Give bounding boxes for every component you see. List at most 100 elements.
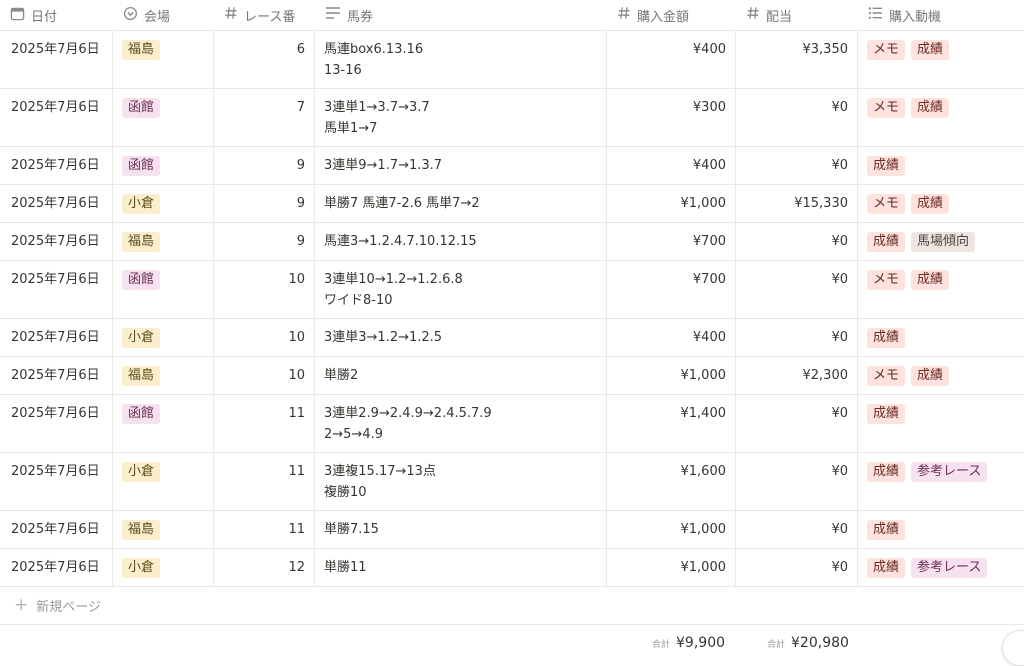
amount-cell[interactable]: ¥400 — [607, 31, 736, 88]
race-number-cell[interactable]: 11 — [214, 453, 315, 510]
amount-cell[interactable]: ¥400 — [607, 147, 736, 184]
column-header-ticket[interactable]: 馬券 — [315, 0, 607, 30]
motive-cell[interactable]: メモ 成績 — [858, 89, 1024, 146]
motive-cell[interactable]: 成績 参考レース — [858, 549, 1024, 586]
amount-cell[interactable]: ¥400 — [607, 319, 736, 356]
table-row[interactable]: 2025年7月6日 福島 10 単勝2 ¥1,000 ¥2,300 メモ 成績 — [0, 357, 1024, 395]
date-cell[interactable]: 2025年7月6日 — [0, 319, 113, 356]
venue-cell[interactable]: 小倉 — [113, 185, 214, 222]
payout-sum[interactable]: 合計 ¥20,980 — [767, 635, 849, 651]
payout-cell[interactable]: ¥0 — [736, 511, 858, 548]
payout-cell[interactable]: ¥0 — [736, 549, 858, 586]
table-row[interactable]: 2025年7月6日 函館 10 3連単10→1.2→1.2.6.8 ワイド8-10 ¥70… — [0, 261, 1024, 319]
table-row[interactable]: 2025年7月6日 福島 9 馬連3→1.2.4.7.10.12.15 ¥700 ¥0 成績… — [0, 223, 1024, 261]
amount-cell[interactable]: ¥1,400 — [607, 395, 736, 452]
date-cell[interactable]: 2025年7月6日 — [0, 395, 113, 452]
race-number-cell[interactable]: 9 — [214, 147, 315, 184]
motive-cell[interactable]: 成績 — [858, 511, 1024, 548]
amount-cell[interactable]: ¥1,600 — [607, 453, 736, 510]
table-row[interactable]: 2025年7月6日 小倉 11 3連複15.17→13点 複勝10 ¥1,600 ¥0 成績参… — [0, 453, 1024, 511]
amount-cell[interactable]: ¥1,000 — [607, 511, 736, 548]
race-number-cell[interactable]: 6 — [214, 31, 315, 88]
table-row[interactable]: 2025年7月6日 福島 6 馬連box6.13.16 13-16 ¥400 ¥3,350 メ… — [0, 31, 1024, 89]
amount-cell[interactable]: ¥1,000 — [607, 185, 736, 222]
venue-cell[interactable]: 小倉 — [113, 453, 214, 510]
venue-cell[interactable]: 函館 — [113, 147, 214, 184]
payout-cell[interactable]: ¥0 — [736, 453, 858, 510]
table-row[interactable]: 2025年7月6日 小倉 10 3連単3→1.2→1.2.5 ¥400 ¥0 成績 — [0, 319, 1024, 357]
payout-cell[interactable]: ¥0 — [736, 261, 858, 318]
date-cell[interactable]: 2025年7月6日 — [0, 511, 113, 548]
ticket-cell[interactable]: 3連複15.17→13点 複勝10 — [315, 453, 607, 510]
ticket-cell[interactable]: 3連単1→3.7→3.7 馬単1→7 — [315, 89, 607, 146]
race-number-cell[interactable]: 10 — [214, 319, 315, 356]
ticket-cell[interactable]: 単勝7.15 — [315, 511, 607, 548]
table-row[interactable]: 2025年7月6日 函館 11 3連単2.9→2.4.9→2.4.5.7.9 2→5→4… — [0, 395, 1024, 453]
ticket-cell[interactable]: 単勝7 馬連7-2.6 馬単7→2 — [315, 185, 607, 222]
race-number-cell[interactable]: 9 — [214, 185, 315, 222]
motive-cell[interactable]: メモ 成績 — [858, 31, 1024, 88]
ticket-cell[interactable]: 3連単9→1.7→1.3.7 — [315, 147, 607, 184]
table-row[interactable]: 2025年7月6日 函館 9 3連単9→1.7→1.3.7 ¥400 ¥0 成績 — [0, 147, 1024, 185]
date-cell[interactable]: 2025年7月6日 — [0, 357, 113, 394]
motive-cell[interactable]: 成績 参考レース — [858, 453, 1024, 510]
date-cell[interactable]: 2025年7月6日 — [0, 223, 113, 260]
date-cell[interactable]: 2025年7月6日 — [0, 261, 113, 318]
venue-cell[interactable]: 函館 — [113, 395, 214, 452]
new-page-button[interactable]: + 新規ページ — [0, 587, 1024, 625]
payout-cell[interactable]: ¥2,300 — [736, 357, 858, 394]
column-header-venue[interactable]: 会場 — [113, 0, 214, 30]
amount-cell[interactable]: ¥700 — [607, 223, 736, 260]
payout-cell[interactable]: ¥0 — [736, 395, 858, 452]
ticket-cell[interactable]: 馬連3→1.2.4.7.10.12.15 — [315, 223, 607, 260]
race-number-cell[interactable]: 10 — [214, 261, 315, 318]
date-cell[interactable]: 2025年7月6日 — [0, 89, 113, 146]
amount-cell[interactable]: ¥700 — [607, 261, 736, 318]
ticket-cell[interactable]: 3連単10→1.2→1.2.6.8 ワイド8-10 — [315, 261, 607, 318]
motive-cell[interactable]: 成績 — [858, 395, 1024, 452]
help-button[interactable] — [1002, 630, 1024, 666]
motive-cell[interactable]: メモ 成績 — [858, 185, 1024, 222]
venue-cell[interactable]: 福島 — [113, 223, 214, 260]
race-number-cell[interactable]: 10 — [214, 357, 315, 394]
payout-cell[interactable]: ¥0 — [736, 223, 858, 260]
column-header-motive[interactable]: 購入動機 — [858, 0, 1024, 30]
motive-cell[interactable]: 成績 — [858, 319, 1024, 356]
motive-cell[interactable]: メモ 成績 — [858, 261, 1024, 318]
column-header-race[interactable]: レース番 — [214, 0, 315, 30]
motive-cell[interactable]: 成績 馬場傾向 — [858, 223, 1024, 260]
ticket-cell[interactable]: 単勝2 — [315, 357, 607, 394]
column-header-date[interactable]: 日付 — [0, 0, 113, 30]
table-row[interactable]: 2025年7月6日 小倉 9 単勝7 馬連7-2.6 馬単7→2 ¥1,000 ¥15,3… — [0, 185, 1024, 223]
payout-cell[interactable]: ¥15,330 — [736, 185, 858, 222]
amount-sum[interactable]: 合計 ¥9,900 — [652, 635, 725, 651]
payout-cell[interactable]: ¥0 — [736, 319, 858, 356]
ticket-cell[interactable]: 馬連box6.13.16 13-16 — [315, 31, 607, 88]
venue-cell[interactable]: 小倉 — [113, 549, 214, 586]
ticket-cell[interactable]: 3連単2.9→2.4.9→2.4.5.7.9 2→5→4.9 — [315, 395, 607, 452]
date-cell[interactable]: 2025年7月6日 — [0, 549, 113, 586]
venue-cell[interactable]: 函館 — [113, 261, 214, 318]
date-cell[interactable]: 2025年7月6日 — [0, 453, 113, 510]
date-cell[interactable]: 2025年7月6日 — [0, 185, 113, 222]
motive-cell[interactable]: 成績 — [858, 147, 1024, 184]
payout-cell[interactable]: ¥0 — [736, 147, 858, 184]
column-header-amount[interactable]: 購入金額 — [607, 0, 736, 30]
column-header-payout[interactable]: 配当 — [736, 0, 858, 30]
venue-cell[interactable]: 函館 — [113, 89, 214, 146]
race-number-cell[interactable]: 11 — [214, 511, 315, 548]
amount-cell[interactable]: ¥300 — [607, 89, 736, 146]
table-row[interactable]: 2025年7月6日 函館 7 3連単1→3.7→3.7 馬単1→7 ¥300 ¥0 メモ 成績 — [0, 89, 1024, 147]
ticket-cell[interactable]: 3連単3→1.2→1.2.5 — [315, 319, 607, 356]
race-number-cell[interactable]: 12 — [214, 549, 315, 586]
amount-cell[interactable]: ¥1,000 — [607, 549, 736, 586]
payout-cell[interactable]: ¥0 — [736, 89, 858, 146]
race-number-cell[interactable]: 11 — [214, 395, 315, 452]
venue-cell[interactable]: 福島 — [113, 31, 214, 88]
ticket-cell[interactable]: 単勝11 — [315, 549, 607, 586]
race-number-cell[interactable]: 7 — [214, 89, 315, 146]
table-row[interactable]: 2025年7月6日 福島 11 単勝7.15 ¥1,000 ¥0 成績 — [0, 511, 1024, 549]
venue-cell[interactable]: 小倉 — [113, 319, 214, 356]
venue-cell[interactable]: 福島 — [113, 511, 214, 548]
date-cell[interactable]: 2025年7月6日 — [0, 147, 113, 184]
